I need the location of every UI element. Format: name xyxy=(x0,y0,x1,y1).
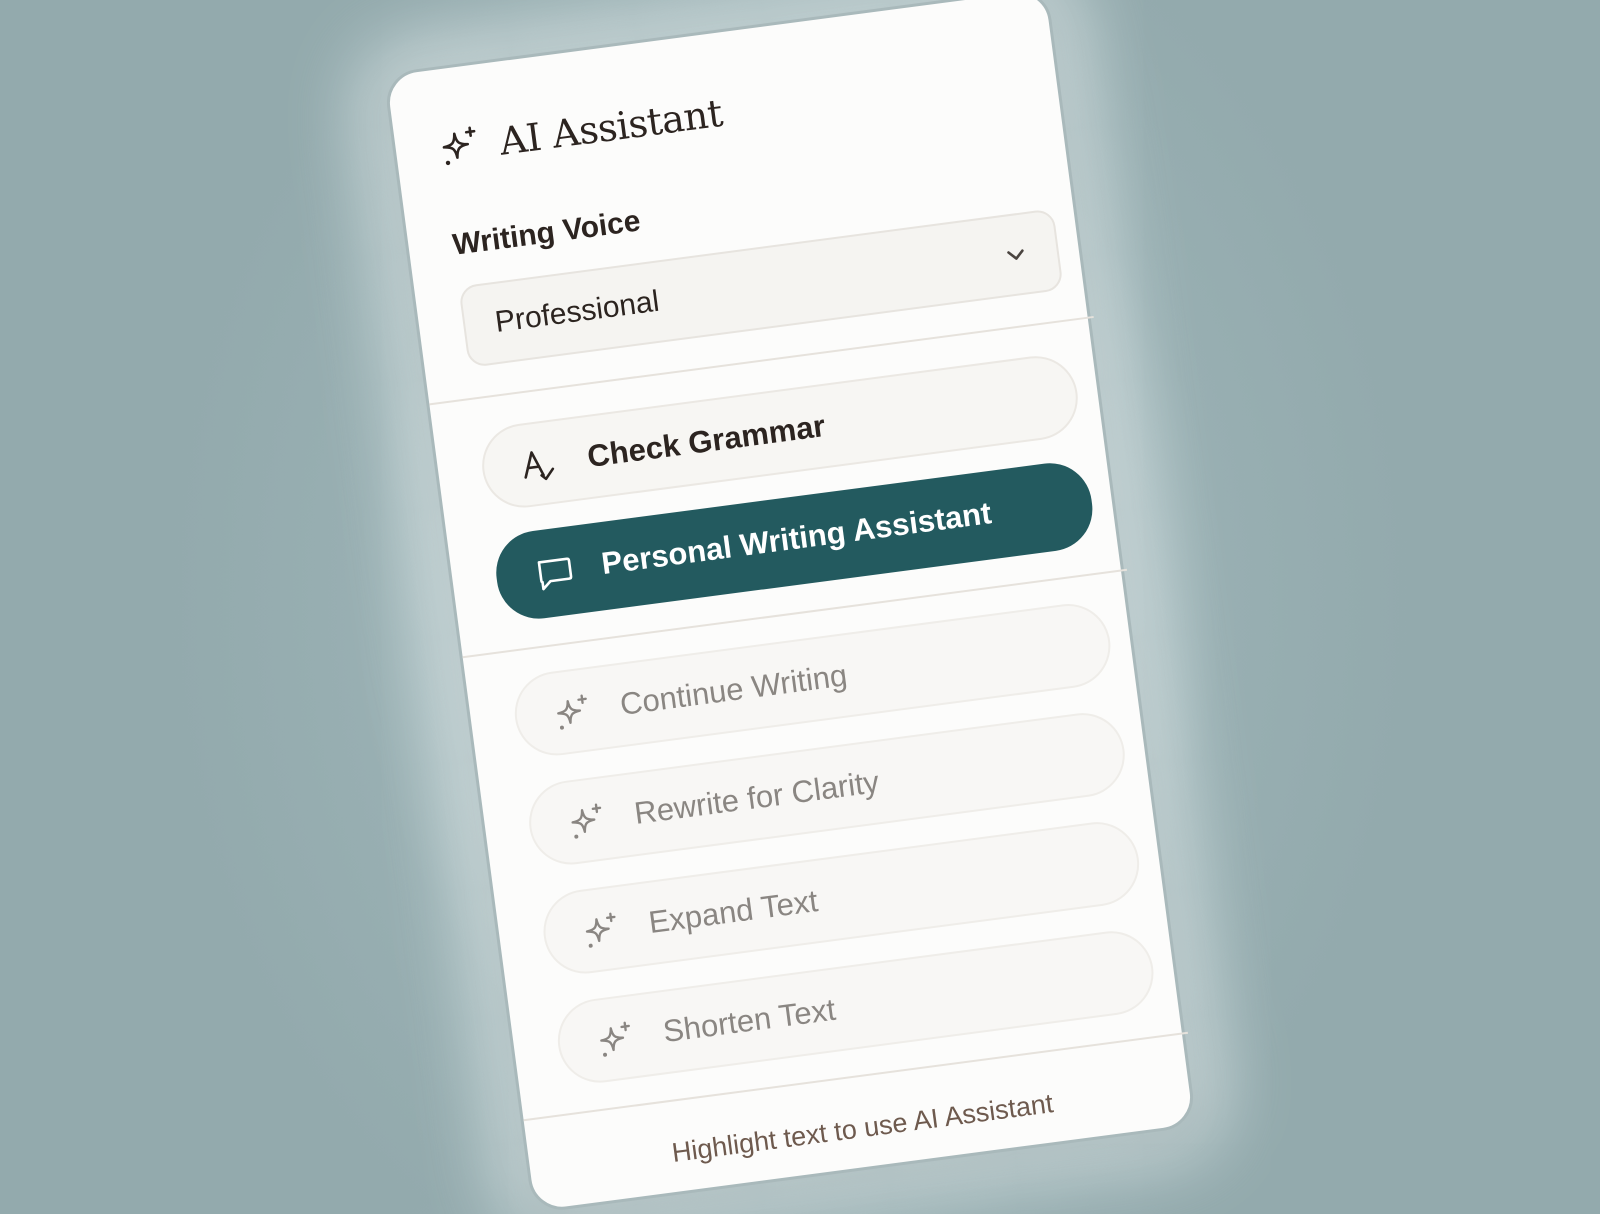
action-label: Rewrite for Clarity xyxy=(632,764,882,831)
spellcheck-icon xyxy=(518,443,561,488)
writing-voice-label: Writing Voice xyxy=(450,204,643,262)
action-label: Continue Writing xyxy=(617,657,850,722)
writing-voice-value: Professional xyxy=(493,284,662,339)
panel-header: AI Assistant xyxy=(435,91,725,172)
sparkles-icon xyxy=(550,691,595,736)
sparkles-icon xyxy=(565,800,610,845)
action-label: Personal Writing Assistant xyxy=(599,495,994,582)
ai-assistant-panel: AI Assistant Writing Voice Professional … xyxy=(382,0,1198,1214)
panel-title: AI Assistant xyxy=(496,90,725,164)
action-label: Check Grammar xyxy=(585,408,828,475)
sparkles-icon xyxy=(435,123,484,172)
sparkles-icon xyxy=(594,1018,639,1063)
action-label: Expand Text xyxy=(646,883,820,941)
chat-bubble-icon xyxy=(532,550,577,595)
action-label: Shorten Text xyxy=(660,991,838,1050)
sparkles-icon xyxy=(579,909,624,954)
chevron-down-icon xyxy=(1001,240,1031,274)
footer-hint: Highlight text to use AI Assistant xyxy=(670,1088,1055,1168)
